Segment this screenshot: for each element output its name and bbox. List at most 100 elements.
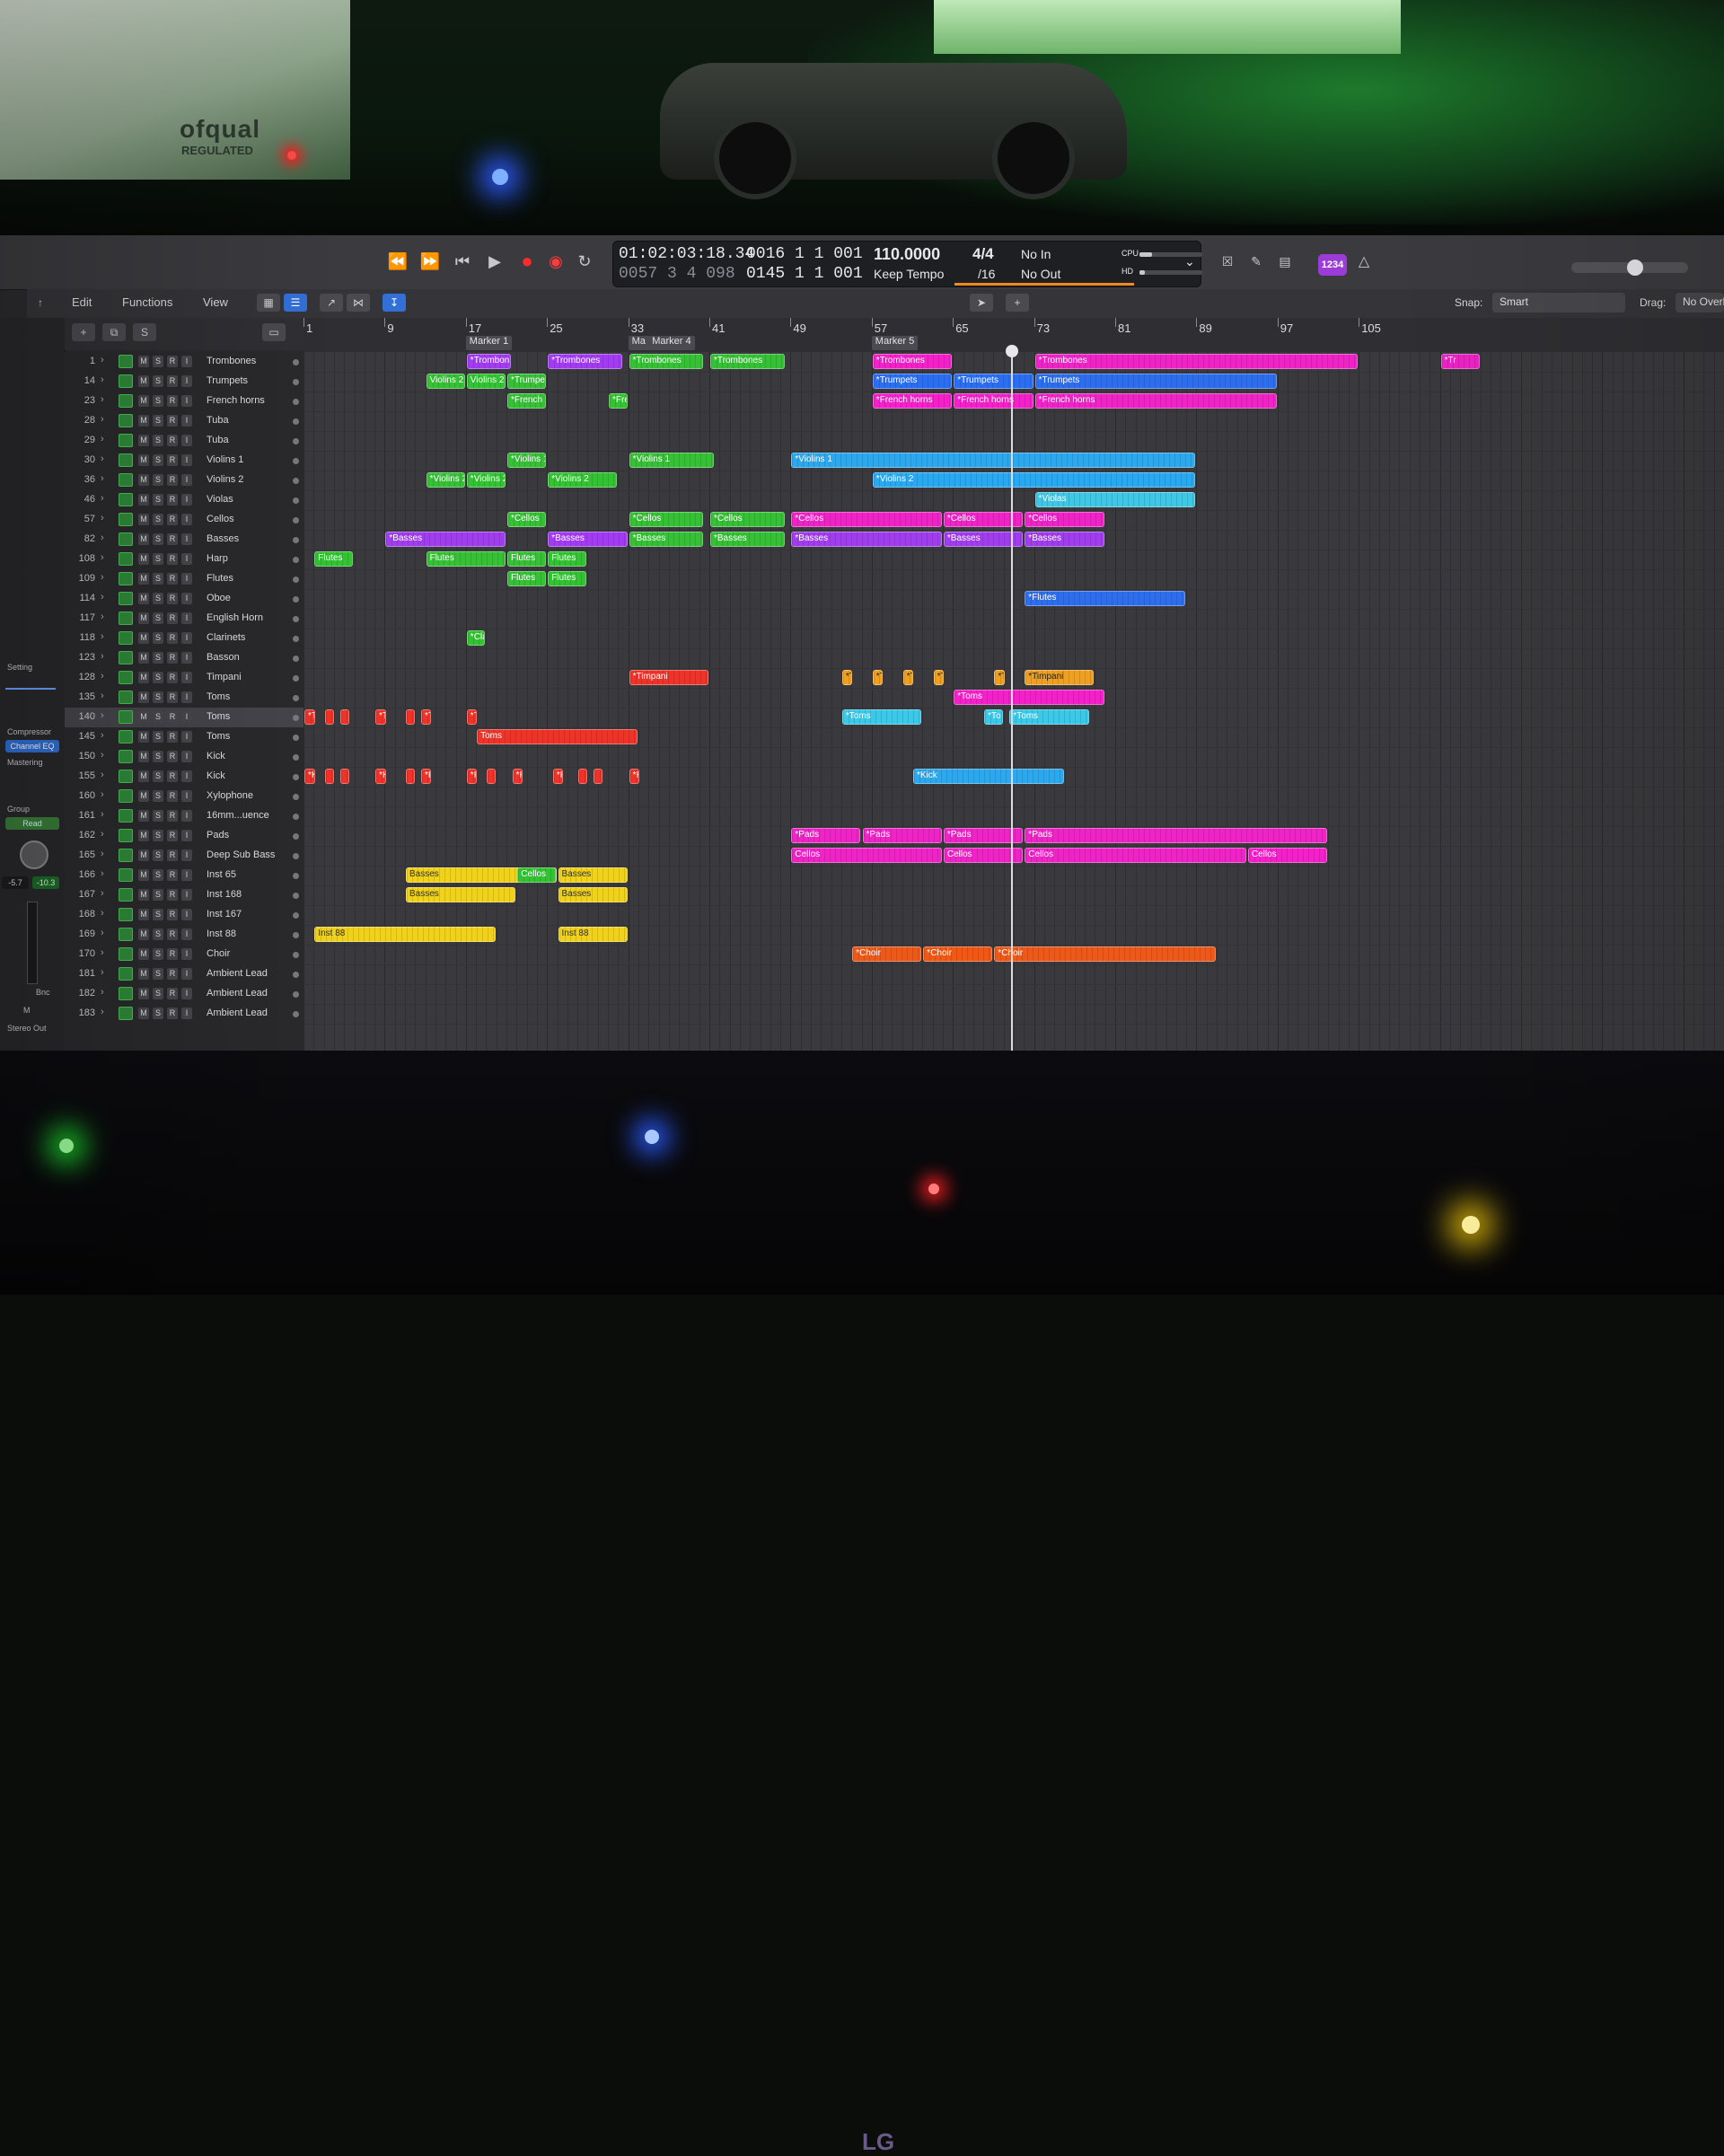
mute-button[interactable]: M xyxy=(138,770,149,782)
midi-region[interactable]: *Ki xyxy=(512,769,523,784)
mute-button[interactable]: M xyxy=(138,494,149,506)
record-enable-button[interactable]: R xyxy=(167,474,178,486)
track-header[interactable]: 135 › M S R I Toms xyxy=(65,688,303,708)
track-name[interactable]: Toms xyxy=(207,731,287,742)
midi-region[interactable]: *Basses xyxy=(1025,532,1104,547)
track-header[interactable]: 140 › M S R I Toms xyxy=(65,708,303,727)
marker[interactable]: Marker 4 xyxy=(648,336,695,350)
disclosure-triangle-icon[interactable]: › xyxy=(101,671,104,682)
mute-button[interactable]: M xyxy=(138,474,149,486)
input-monitor-button[interactable]: I xyxy=(181,612,192,624)
input-monitor-button[interactable]: I xyxy=(181,375,192,387)
disclosure-triangle-icon[interactable]: › xyxy=(101,513,104,524)
midi-region[interactable]: *Pads xyxy=(791,828,861,843)
input-monitor-button[interactable]: I xyxy=(181,533,192,545)
disclosure-triangle-icon[interactable]: › xyxy=(101,868,104,879)
track-name[interactable]: English Horn xyxy=(207,612,287,623)
record-enable-button[interactable]: R xyxy=(167,514,178,525)
mute-button[interactable]: M xyxy=(138,652,149,664)
list-editors-icon[interactable]: ☒ xyxy=(1216,250,1239,273)
midi-region[interactable]: *French horns xyxy=(872,393,953,409)
midi-region[interactable]: *Ki xyxy=(552,769,564,784)
midi-region[interactable]: *Toms xyxy=(1009,709,1089,725)
track-header[interactable]: 145 › M S R I Toms xyxy=(65,727,303,747)
track-header[interactable]: 167 › M S R I Inst 168 xyxy=(65,885,303,905)
record-enable-button[interactable]: R xyxy=(167,770,178,782)
marker[interactable]: Marker 5 xyxy=(871,336,919,350)
track-header[interactable]: 183 › M S R I Ambient Lead xyxy=(65,1004,303,1024)
disclosure-triangle-icon[interactable]: › xyxy=(101,947,104,958)
punch-in[interactable]: No In xyxy=(1021,247,1051,261)
midi-region[interactable]: *T xyxy=(994,670,1005,685)
track-header[interactable]: 23 › M S R I French horns xyxy=(65,392,303,411)
solo-button[interactable]: S xyxy=(153,593,163,604)
disclosure-triangle-icon[interactable]: › xyxy=(101,691,104,701)
midi-region[interactable]: *Basses xyxy=(548,532,628,547)
track-name[interactable]: 16mm...uence xyxy=(207,810,287,821)
track-header[interactable]: 160 › M S R I Xylophone xyxy=(65,787,303,806)
mute-button[interactable]: M xyxy=(138,909,149,920)
record-enable-button[interactable]: R xyxy=(167,790,178,802)
add-track-icon[interactable]: + xyxy=(72,323,95,341)
midi-region[interactable]: Flutes xyxy=(507,571,547,586)
midi-region[interactable]: *Violins 1 xyxy=(791,453,1196,468)
midi-region[interactable]: Flutes xyxy=(507,551,547,567)
track-name[interactable]: Kick xyxy=(207,770,287,781)
midi-region[interactable]: *Ki xyxy=(375,769,386,784)
input-monitor-button[interactable]: I xyxy=(181,356,192,367)
disclosure-triangle-icon[interactable]: › xyxy=(101,908,104,919)
track-name[interactable]: Clarinets xyxy=(207,632,287,643)
record-enable-button[interactable]: R xyxy=(167,395,178,407)
track-name[interactable]: Timpani xyxy=(207,672,287,682)
midi-region[interactable]: *Violins 2 xyxy=(426,472,465,488)
track-name[interactable]: Cellos xyxy=(207,514,287,524)
disclosure-triangle-icon[interactable]: › xyxy=(101,809,104,820)
group-slot[interactable]: Group xyxy=(7,805,30,814)
division[interactable]: /16 xyxy=(978,267,995,281)
midi-region[interactable]: *T xyxy=(902,670,914,685)
solo-button[interactable]: S xyxy=(153,711,163,723)
solo-button[interactable]: S xyxy=(153,356,163,367)
track-header[interactable]: 155 › M S R I Kick xyxy=(65,767,303,787)
solo-button[interactable]: S xyxy=(153,928,163,940)
solo-button[interactable]: S xyxy=(153,909,163,920)
list-view-icon[interactable]: ☰ xyxy=(284,294,307,312)
mute-button[interactable]: M xyxy=(138,928,149,940)
record-enable-button[interactable]: R xyxy=(167,849,178,861)
input-monitor-button[interactable]: I xyxy=(181,711,192,723)
midi-region[interactable] xyxy=(324,709,334,725)
global-solo-icon[interactable]: S xyxy=(133,323,156,341)
midi-region[interactable]: Flutes xyxy=(426,551,506,567)
midi-region[interactable]: *Violins 1 xyxy=(507,453,547,468)
track-header[interactable]: 181 › M S R I Ambient Lead xyxy=(65,964,303,984)
solo-button[interactable]: S xyxy=(153,968,163,980)
midi-region[interactable]: *Cellos xyxy=(507,512,547,527)
input-monitor-button[interactable]: I xyxy=(181,632,192,644)
mute-button[interactable]: M xyxy=(138,968,149,980)
midi-region[interactable]: Inst 88 xyxy=(558,927,628,942)
mute-button[interactable]: M xyxy=(138,790,149,802)
midi-region[interactable]: Cellos xyxy=(517,867,557,883)
mute-button[interactable]: M xyxy=(138,553,149,565)
back-arrow-icon[interactable]: ↑ xyxy=(29,294,52,312)
disclosure-triangle-icon[interactable]: › xyxy=(101,789,104,800)
record-enable-button[interactable]: R xyxy=(167,751,178,762)
record-enable-button[interactable]: R xyxy=(167,632,178,644)
disclosure-triangle-icon[interactable]: › xyxy=(101,493,104,504)
chevron-down-icon[interactable]: ⌄ xyxy=(1184,254,1195,269)
midi-region[interactable]: *Basses xyxy=(791,532,942,547)
solo-button[interactable]: S xyxy=(153,435,163,446)
disclosure-triangle-icon[interactable]: › xyxy=(101,849,104,859)
automation-read[interactable]: Read xyxy=(5,817,59,830)
midi-region[interactable]: *Trombones xyxy=(548,354,622,369)
midi-region[interactable]: *Basses xyxy=(385,532,506,547)
track-header[interactable]: 30 › M S R I Violins 1 xyxy=(65,451,303,471)
midi-region[interactable]: *Pads xyxy=(862,828,942,843)
input-monitor-button[interactable]: I xyxy=(181,869,192,881)
input-monitor-button[interactable]: I xyxy=(181,790,192,802)
playhead-handle[interactable] xyxy=(1006,345,1018,357)
record-enable-button[interactable]: R xyxy=(167,612,178,624)
track-header[interactable]: 165 › M S R I Deep Sub Bass xyxy=(65,846,303,866)
mute-button[interactable]: M xyxy=(138,751,149,762)
track-header[interactable]: 82 › M S R I Basses xyxy=(65,530,303,550)
